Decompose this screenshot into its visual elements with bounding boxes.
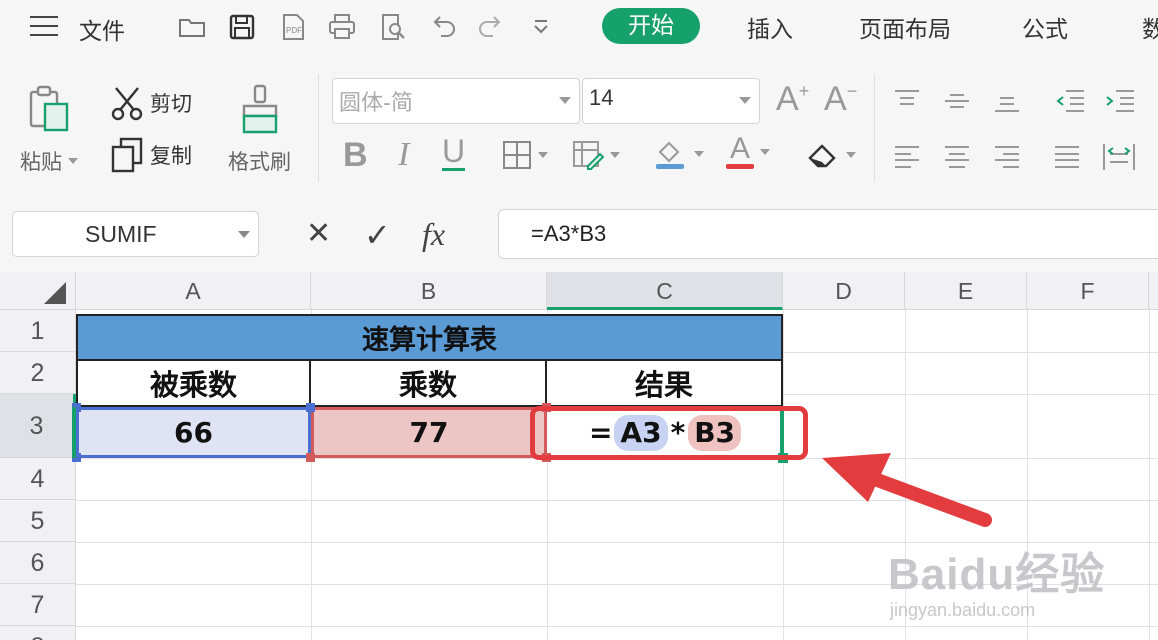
increase-font-size-button[interactable]: A + [776, 80, 809, 119]
format-painter-button[interactable]: 格式刷 [228, 84, 291, 176]
fill-color-swatch [656, 164, 684, 169]
svg-text:PDF: PDF [286, 26, 302, 35]
cell-style-button[interactable] [572, 140, 620, 170]
bold-button[interactable]: B [343, 136, 368, 175]
fill-color-chevron-down-icon [694, 151, 704, 157]
insert-function-button[interactable]: fx [422, 216, 445, 253]
export-pdf-icon[interactable]: PDF [277, 11, 309, 43]
cell-style-chevron-down-icon [610, 152, 620, 158]
increase-indent-icon [1106, 90, 1134, 112]
align-center-button[interactable] [942, 144, 972, 170]
ribbon-divider [318, 74, 319, 182]
font-color-glyph: A [729, 132, 750, 165]
confirm-entry-icon[interactable]: ✓ [364, 216, 391, 254]
cancel-entry-icon[interactable]: ✕ [306, 216, 331, 251]
table-edit-icon [573, 141, 604, 170]
fill-bucket-icon [656, 141, 684, 169]
watermark-url: jingyan.baidu.com [890, 600, 1036, 620]
formula-input[interactable]: =A3*B3 [498, 209, 1158, 259]
align-top-button[interactable] [892, 88, 922, 114]
eraser-icon [808, 144, 836, 168]
increase-indent-button[interactable] [1104, 88, 1136, 114]
tab-home[interactable]: 开始 [602, 8, 700, 44]
font-color-swatch [726, 164, 754, 169]
copy-button[interactable]: 复制 [110, 137, 192, 173]
copy-label: 复制 [150, 144, 192, 168]
decrease-indent-icon [1056, 90, 1084, 112]
borders-button[interactable] [502, 140, 548, 170]
copy-icon [111, 137, 143, 173]
hamburger-menu-icon[interactable] [30, 16, 58, 36]
paintbrush-icon [242, 84, 277, 134]
tab-formulas[interactable]: 公式 [1022, 10, 1068, 44]
clear-format-chevron-down-icon [846, 152, 856, 158]
italic-button[interactable]: I [398, 136, 409, 174]
borders-icon [503, 141, 531, 169]
justify-button[interactable] [1052, 144, 1082, 170]
font-name-value: 圆体-简 [339, 91, 413, 116]
tab-data[interactable]: 数 [1142, 10, 1158, 44]
baidu-watermark: Baidu经验 jingyan.baidu.com [888, 538, 1105, 621]
name-box[interactable]: SUMIF [12, 211, 259, 257]
clear-format-button[interactable] [806, 140, 856, 170]
font-size-select[interactable]: 14 [582, 78, 760, 124]
align-left-icon [895, 146, 919, 168]
align-middle-icon [945, 94, 969, 108]
paste-label: 粘贴 [20, 150, 62, 174]
align-center-icon [945, 146, 969, 168]
align-left-button[interactable] [892, 144, 922, 170]
underline-button[interactable]: U [442, 134, 466, 171]
menu-file[interactable]: 文件 [79, 12, 125, 46]
paste-button[interactable]: 粘贴 [20, 84, 78, 176]
name-box-value: SUMIF [85, 221, 157, 247]
font-size-value: 14 [589, 85, 614, 110]
align-middle-button[interactable] [942, 88, 972, 114]
paste-icon [29, 85, 69, 132]
distribute-button[interactable] [1102, 142, 1136, 172]
justify-icon [1055, 146, 1079, 168]
format-painter-label: 格式刷 [228, 150, 291, 174]
name-box-chevron-down-icon [238, 231, 250, 238]
distributed-align-icon [1103, 144, 1135, 170]
align-right-button[interactable] [992, 144, 1022, 170]
ribbon-divider [874, 74, 875, 182]
tab-insert[interactable]: 插入 [747, 10, 793, 44]
undo-icon[interactable] [427, 11, 459, 43]
cut-button[interactable]: 剪切 [110, 85, 192, 121]
font-name-chevron-down-icon [559, 97, 571, 104]
align-top-icon [895, 90, 919, 105]
font-color-button[interactable]: A [726, 134, 770, 169]
print-preview-icon[interactable] [377, 11, 409, 43]
scissors-icon [111, 87, 143, 121]
redo-icon[interactable] [475, 11, 507, 43]
ribbon-toolbar: 粘贴 剪切 复制 格式刷 圆体-简 14 A + A − B I U A [0, 54, 1158, 194]
watermark-logo-text: Baidu经验 [888, 550, 1106, 599]
save-icon[interactable] [226, 11, 258, 43]
align-bottom-button[interactable] [992, 88, 1022, 114]
formula-bar: SUMIF ✕ ✓ fx =A3*B3 [0, 194, 1158, 272]
align-right-icon [995, 146, 1019, 168]
decrease-indent-button[interactable] [1054, 88, 1086, 114]
menu-bar: 文件 PDF 开始 插入 页面布局 公式 数 [0, 0, 1158, 54]
grow-font-glyph: A [776, 80, 799, 118]
shrink-font-glyph: A [824, 80, 847, 118]
font-color-chevron-down-icon [760, 148, 770, 155]
print-icon[interactable] [326, 11, 358, 43]
font-name-select[interactable]: 圆体-简 [332, 78, 580, 124]
fill-color-button[interactable] [654, 138, 704, 170]
tab-page-layout[interactable]: 页面布局 [859, 10, 951, 44]
cut-label: 剪切 [150, 92, 192, 116]
customize-toolbar-chevron-down-icon[interactable] [525, 11, 557, 43]
font-size-chevron-down-icon [739, 97, 751, 104]
align-bottom-icon [995, 97, 1019, 112]
decrease-font-size-button[interactable]: A − [824, 80, 857, 119]
paste-chevron-down-icon[interactable] [68, 158, 78, 164]
open-folder-icon[interactable] [176, 11, 208, 43]
borders-chevron-down-icon [538, 152, 548, 158]
